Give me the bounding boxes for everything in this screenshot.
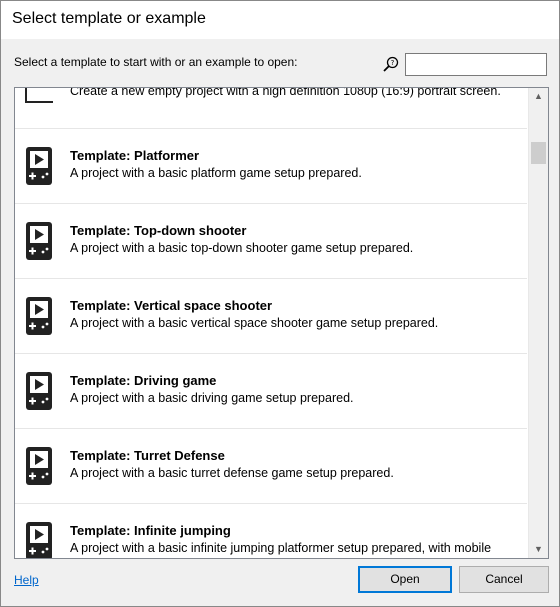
svg-text:?: ? bbox=[391, 59, 395, 67]
open-button[interactable]: Open bbox=[358, 566, 452, 593]
help-link[interactable]: Help bbox=[14, 573, 39, 587]
scroll-down-arrow-icon[interactable]: ▼ bbox=[529, 541, 548, 558]
list-item-title: Template: Vertical space shooter bbox=[70, 298, 273, 313]
list-item[interactable]: Template: Driving game A project with a … bbox=[15, 354, 527, 429]
list-item-title: Template: Top-down shooter bbox=[70, 223, 247, 238]
list-item[interactable]: Template: Vertical space shooter A proje… bbox=[15, 279, 527, 354]
gamepad-icon bbox=[26, 522, 52, 558]
list-item-title: Template: Platformer bbox=[70, 148, 200, 163]
scrollbar-thumb[interactable] bbox=[531, 142, 546, 164]
search-icon: ? bbox=[383, 56, 399, 72]
list-scrollbar[interactable]: ▲ ▼ bbox=[528, 88, 548, 558]
cancel-button[interactable]: Cancel bbox=[459, 566, 549, 593]
template-list[interactable]: Create a new empty project with a high d… bbox=[14, 87, 549, 559]
gamepad-icon bbox=[26, 447, 52, 485]
gamepad-icon bbox=[26, 147, 52, 185]
list-item-desc: A project with a basic top-down shooter … bbox=[70, 241, 414, 255]
gamepad-icon bbox=[26, 222, 52, 260]
list-item-desc: A project with a basic platform game set… bbox=[70, 166, 362, 180]
template-dialog: Select template or example Select a temp… bbox=[0, 0, 560, 607]
monitor-icon bbox=[25, 88, 53, 103]
dialog-title: Select template or example bbox=[12, 10, 206, 27]
list-item[interactable]: Template: Infinite jumping A project wit… bbox=[15, 504, 527, 558]
list-item-title: Template: Driving game bbox=[70, 373, 217, 388]
gamepad-icon bbox=[26, 372, 52, 410]
list-item-desc: Create a new empty project with a high d… bbox=[70, 87, 501, 98]
list-item-desc: A project with a basic infinite jumping … bbox=[70, 541, 492, 558]
list-item-desc: A project with a basic turret defense ga… bbox=[70, 466, 394, 480]
list-item[interactable]: Create a new empty project with a high d… bbox=[15, 87, 527, 129]
search-input[interactable] bbox=[405, 53, 547, 76]
gamepad-icon bbox=[26, 297, 52, 335]
list-item-desc: A project with a basic vertical space sh… bbox=[70, 316, 439, 330]
list-item[interactable]: Template: Turret Defense A project with … bbox=[15, 429, 527, 504]
list-item-title: Template: Turret Defense bbox=[70, 448, 225, 463]
list-item[interactable]: Template: Platformer A project with a ba… bbox=[15, 129, 527, 204]
scroll-up-arrow-icon[interactable]: ▲ bbox=[529, 88, 548, 105]
list-item-desc: A project with a basic driving game setu… bbox=[70, 391, 354, 405]
title-bar: Select template or example bbox=[1, 1, 559, 39]
list-item-title: Template: Infinite jumping bbox=[70, 523, 231, 538]
list-item[interactable]: Template: Top-down shooter A project wit… bbox=[15, 204, 527, 279]
prompt-label: Select a template to start with or an ex… bbox=[14, 55, 298, 69]
